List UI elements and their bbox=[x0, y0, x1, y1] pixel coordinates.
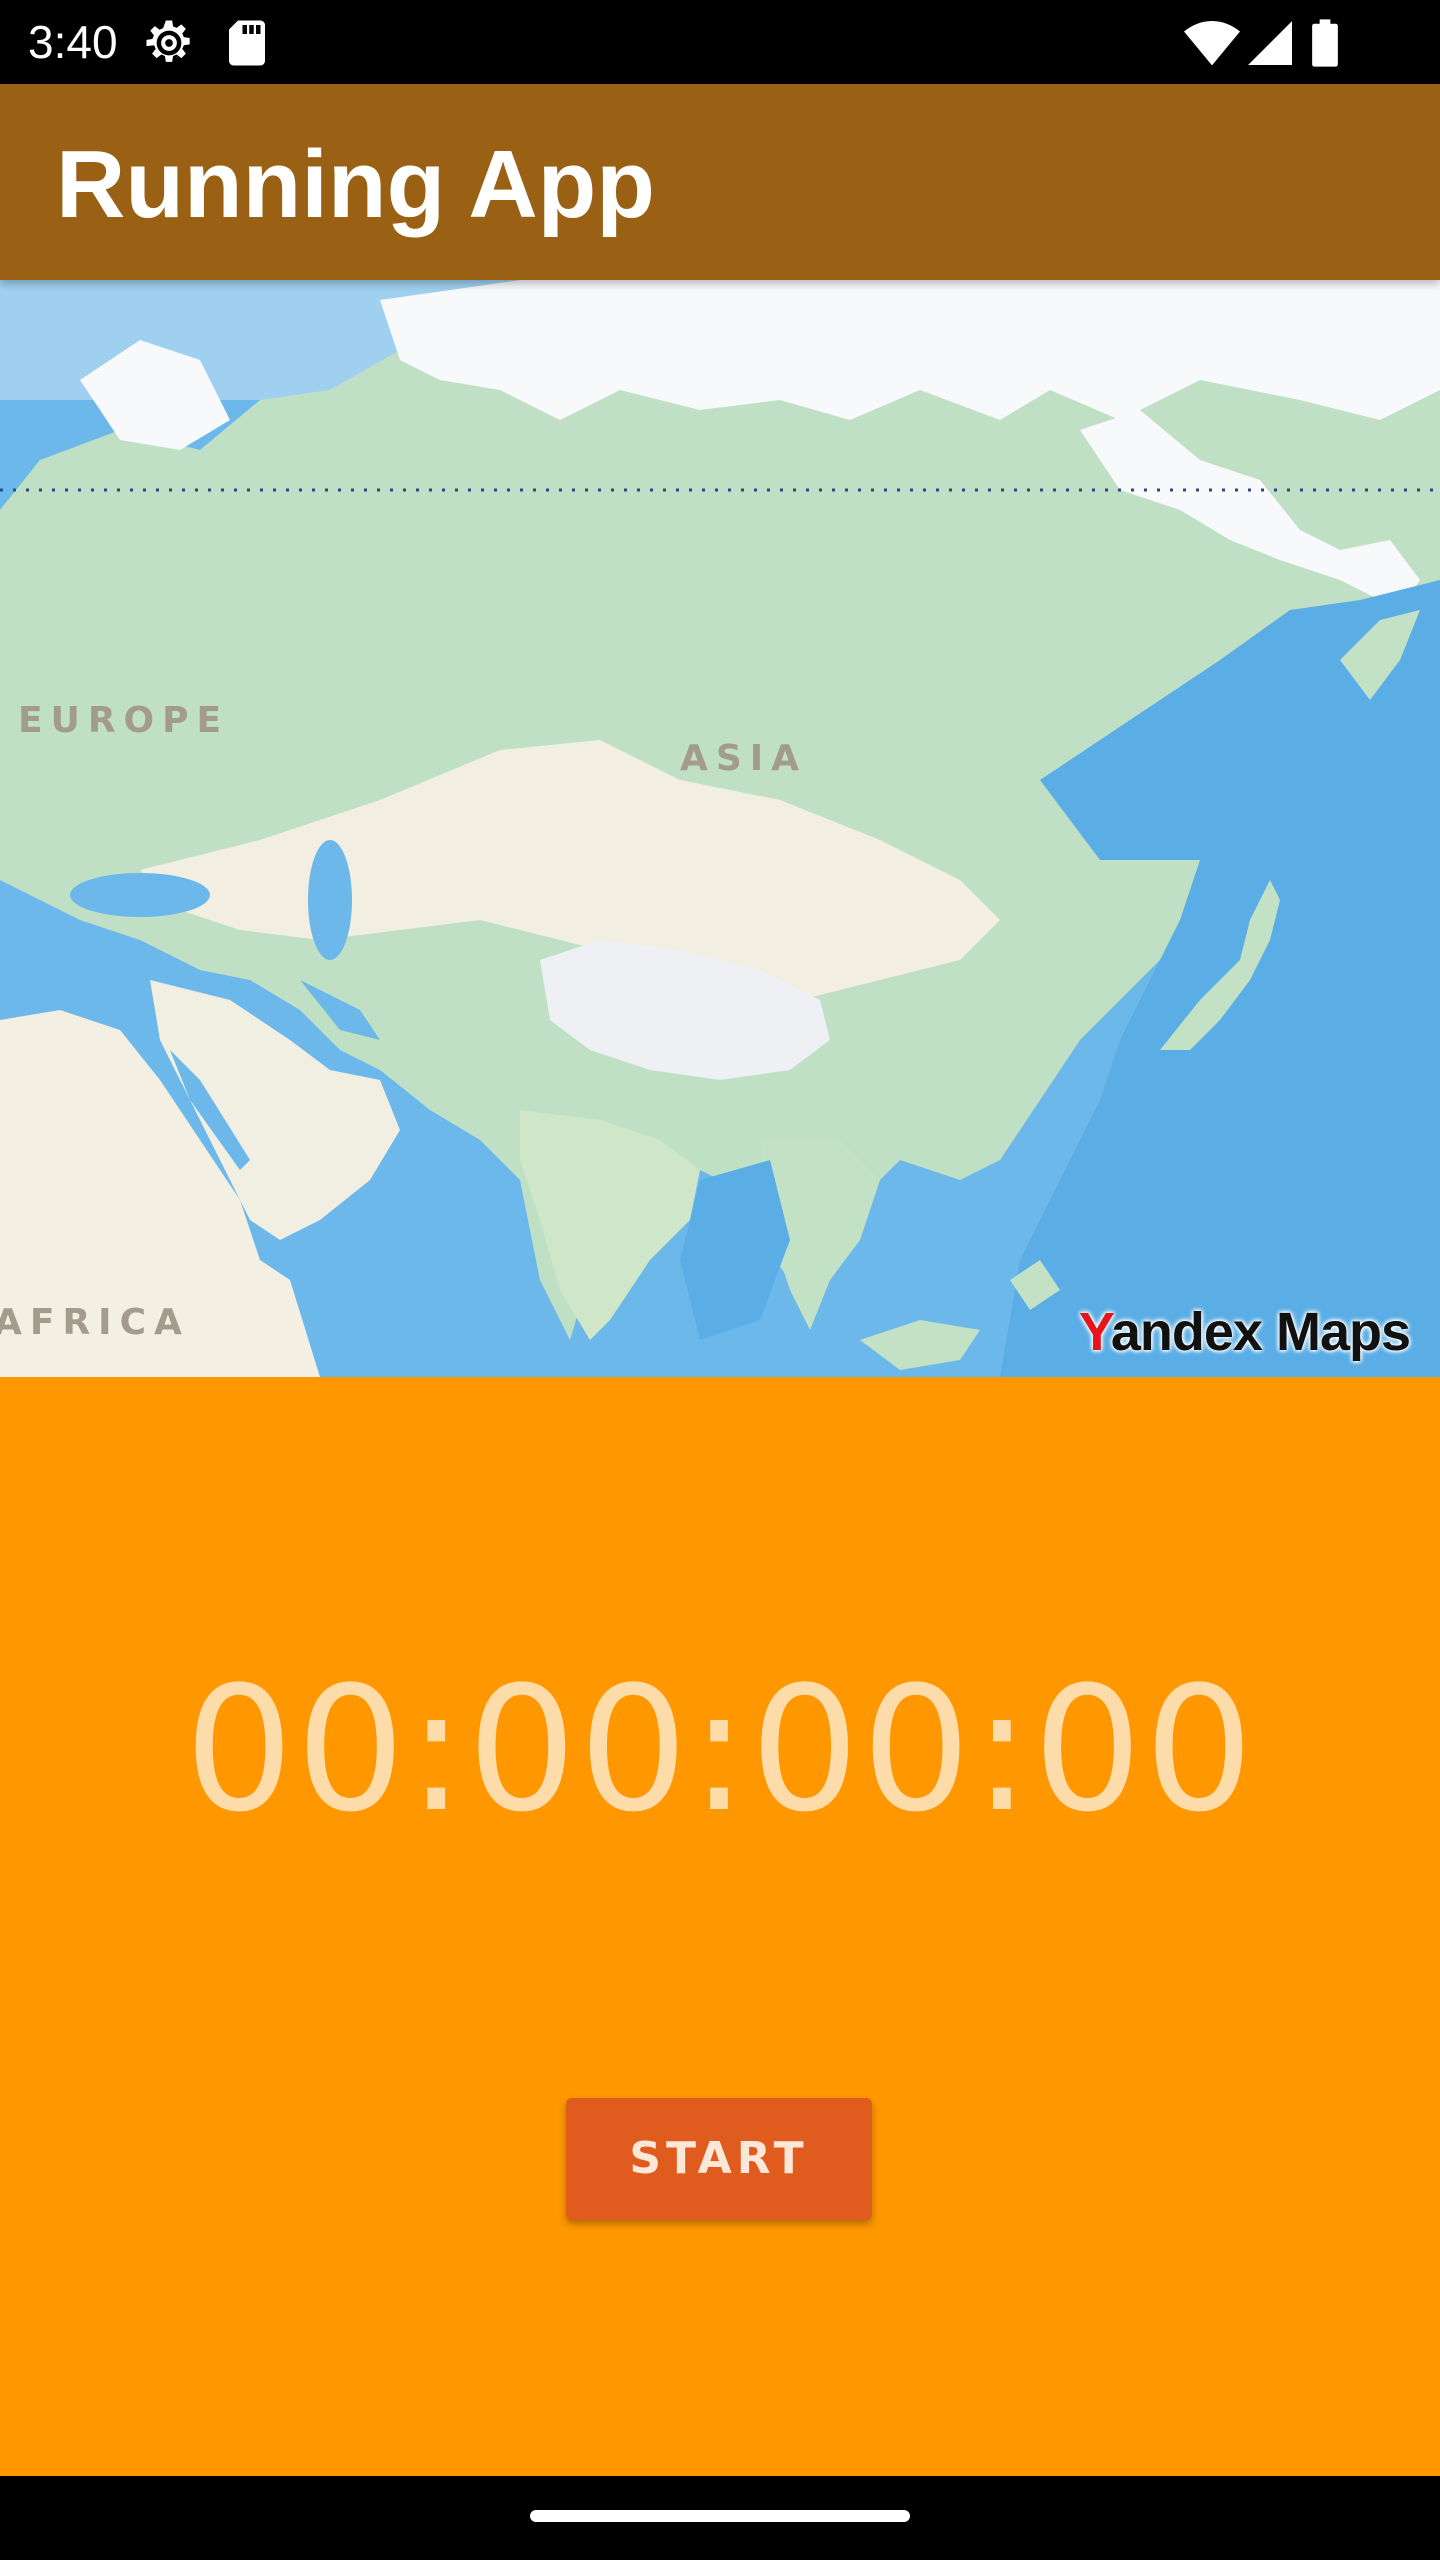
map-attribution-text: andex Maps bbox=[1110, 1302, 1411, 1362]
cell-signal-icon bbox=[1246, 16, 1292, 73]
gear-icon bbox=[142, 16, 196, 75]
app-bar: Running App bbox=[0, 84, 1440, 280]
map-label-asia: ASIA bbox=[680, 738, 808, 779]
map-attribution-logo[interactable]: Yandex Maps bbox=[1078, 1301, 1411, 1363]
wifi-icon bbox=[1184, 16, 1240, 73]
status-bar: 3:40 bbox=[0, 0, 1440, 84]
battery-icon bbox=[1310, 16, 1340, 75]
map-attribution-y: Y bbox=[1078, 1302, 1112, 1362]
map-tiles bbox=[0, 280, 1440, 1377]
map-label-europe: EUROPE bbox=[18, 700, 230, 741]
map-view[interactable]: EUROPE ASIA AFRICA Yandex Maps bbox=[0, 280, 1440, 1377]
app-title: Running App bbox=[56, 131, 655, 238]
elapsed-timer: 00:00:00:00 bbox=[184, 1649, 1256, 1850]
map-label-africa: AFRICA bbox=[0, 1302, 190, 1343]
home-gesture-handle[interactable] bbox=[530, 2510, 910, 2522]
status-time: 3:40 bbox=[28, 16, 118, 68]
start-button[interactable]: START bbox=[566, 2098, 872, 2220]
screen: 3:40 Running App EUROPE ASIA AFRICA Yand… bbox=[0, 0, 1440, 2560]
navigation-bar bbox=[0, 2476, 1440, 2560]
sd-card-icon bbox=[224, 16, 270, 75]
